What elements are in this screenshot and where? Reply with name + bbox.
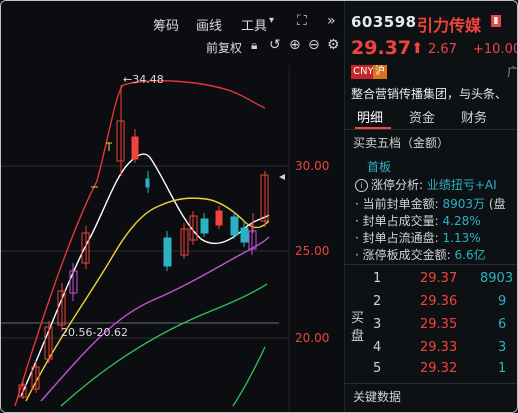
quote-panel: 603598 引力传媒 ▮ 29.37 ⬆ 2.67 +10.00% CNY 沪… <box>344 1 518 412</box>
market-tag: 沪 <box>373 65 387 79</box>
stat-value: 8903万 <box>442 197 486 211</box>
bid-level: 4 <box>373 340 382 355</box>
key-data-label: 关键数据 <box>353 390 402 404</box>
price-tick-20: 20.00 <box>295 331 329 345</box>
tools-dropdown-icon[interactable]: ▾ <box>269 15 274 26</box>
last-price: 29.37 <box>351 37 412 59</box>
price-tick-30: 30.00 <box>295 159 329 173</box>
bid-side-label-1: 买 <box>351 311 365 326</box>
high-annotation: ←34.48 <box>123 73 164 86</box>
lock-icon[interactable]: 🔒︎ <box>251 38 257 53</box>
ma-line-purple <box>40 236 270 402</box>
bid-price: 29.37 <box>420 271 458 286</box>
stat-seal-float-ratio: · 封单占流通盘: 1.13% <box>355 229 481 246</box>
analysis-label: 涨停分析: <box>371 178 424 192</box>
tab-finance[interactable]: 财务 <box>461 107 487 126</box>
stat-value: 1.13% <box>442 231 481 245</box>
company-description[interactable]: 整合营销传播集团，与头条、 <box>351 85 507 102</box>
bid-book: 买 盘 1 29.37 8903 2 29.36 9 3 29.35 6 4 2… <box>345 267 517 383</box>
zoom-in-icon[interactable]: ⊕ <box>289 37 301 53</box>
active-tab-indicator <box>355 127 391 129</box>
tools-menu-button[interactable]: 工具 <box>241 15 267 34</box>
bid-volume: 3 <box>498 340 507 355</box>
key-data-section[interactable]: 关键数据 <box>345 383 517 412</box>
tab-funds[interactable]: 资金 <box>409 107 435 126</box>
stock-code: 603598 <box>351 13 417 31</box>
stat-label: · 涨停板成交金额: <box>355 248 451 262</box>
stock-name[interactable]: 引力传媒 <box>417 12 481 36</box>
bid-price: 29.32 <box>420 361 458 376</box>
bid-price: 29.35 <box>420 317 458 332</box>
bid-row[interactable]: 4 29.33 3 <box>373 340 517 360</box>
limit-up-analysis[interactable]: i 涨停分析: 业绩扭亏+AI <box>355 176 497 193</box>
low-annotation: 20.56-20.62 <box>61 326 128 339</box>
stat-seal-amount: · 当前封单金额: 8903万 (盘 <box>355 195 506 212</box>
bid-row[interactable]: 3 29.35 6 <box>373 317 517 337</box>
price-change: 2.67 <box>428 42 457 57</box>
stat-label: · 封单占流通盘: <box>355 231 439 245</box>
order-book-title: 买卖五档（金额） <box>353 136 450 150</box>
order-book-divider <box>345 264 517 265</box>
bid-row[interactable]: 2 29.36 9 <box>373 294 517 314</box>
adjust-mode-button[interactable]: 前复权 <box>206 39 242 56</box>
bid-row[interactable]: 5 29.32 1 <box>373 361 517 381</box>
bid-price: 29.36 <box>420 294 458 309</box>
stat-value: 6.6亿 <box>454 248 486 262</box>
bid-level: 5 <box>373 361 382 376</box>
analysis-value: 业绩扭亏+AI <box>426 178 497 192</box>
price-tick-25: 25.00 <box>295 244 329 258</box>
chart-toolbar: 筹码 画线 工具 ▾ ⛶ » 前复权 🔒︎ ↺ ⊕ ⊖ ⚙ <box>1 1 344 57</box>
zoom-out-icon[interactable]: ⊖ <box>308 37 320 53</box>
current-price-marker-icon <box>279 174 285 180</box>
stat-label: · 当前封单金额: <box>355 197 439 211</box>
price-change-pct: +10.00% <box>473 42 517 57</box>
bookmark-flag-icon[interactable]: ▮ <box>491 15 501 27</box>
stat-value: 4.28% <box>442 214 481 228</box>
stat-limit-turnover: · 涨停板成交金额: 6.6亿 <box>355 246 486 263</box>
info-icon: i <box>355 179 368 192</box>
sector-tag: 广 <box>507 65 518 79</box>
bid-side-label-2: 盘 <box>351 329 365 344</box>
stat-seal-volume-ratio: · 封单占成交量: 4.28% <box>355 212 481 229</box>
bid-volume: 8903 <box>480 271 514 286</box>
undo-icon[interactable]: ↺ <box>269 37 281 53</box>
up-arrow-icon: ⬆ <box>411 39 424 57</box>
kline-chart[interactable]: 30.00 25.00 20.00 ←34.48 20.56-20.62 <box>1 1 344 412</box>
detail-tabs: 明细 资金 财务 <box>345 103 517 130</box>
stat-suffix: (盘 <box>488 197 506 211</box>
bid-row[interactable]: 1 29.37 8903 <box>373 271 517 291</box>
bid-volume: 9 <box>498 294 507 309</box>
app-window: 30.00 25.00 20.00 ←34.48 20.56-20.62 筹码 … <box>0 0 518 413</box>
draw-line-button[interactable]: 画线 <box>196 15 222 34</box>
bid-volume: 6 <box>498 317 507 332</box>
candles <box>18 85 269 399</box>
collapse-panel-icon[interactable]: » <box>327 13 336 29</box>
bid-level: 3 <box>373 317 382 332</box>
bid-level: 1 <box>373 271 382 286</box>
currency-tag: CNY <box>351 65 376 79</box>
stat-label: · 封单占成交量: <box>355 214 439 228</box>
board-label: 首板 <box>367 160 392 174</box>
fullscreen-icon[interactable]: ⛶ <box>297 13 307 29</box>
chip-button[interactable]: 筹码 <box>153 15 179 34</box>
bid-level: 2 <box>373 294 382 309</box>
ma-line-green-2 <box>232 346 266 407</box>
bid-price: 29.33 <box>420 340 458 355</box>
bid-volume: 1 <box>498 361 507 376</box>
tab-detail[interactable]: 明细 <box>357 107 383 126</box>
kline-chart-panel[interactable]: 30.00 25.00 20.00 ←34.48 20.56-20.62 筹码 … <box>1 1 344 412</box>
settings-gear-icon[interactable]: ⚙ <box>327 37 340 53</box>
